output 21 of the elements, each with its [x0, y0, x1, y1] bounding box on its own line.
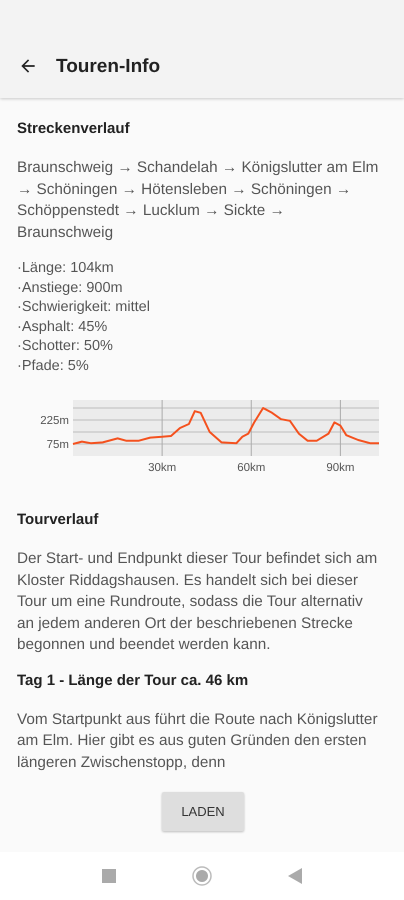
list-item: ·Anstiege: 900m [17, 278, 124, 298]
section-heading: Streckenverlauf [17, 120, 131, 137]
list-item: ·Schwierigkeit: mittel [17, 298, 151, 317]
home-icon[interactable] [192, 866, 212, 886]
list-item: ·Pfade: 5% [17, 356, 90, 376]
y-axis-label: 225m [40, 415, 69, 427]
x-axis-label: 60km [237, 462, 266, 474]
paragraph: Vom Startpunkt aus führt die Route nach Königslutter am Elm. Hier gibt es aus guten Gründen den ersten längeren Zwischenstopp, denn [17, 710, 379, 772]
y-axis-label: 75m [46, 439, 69, 451]
x-axis-label: 90km [326, 462, 354, 474]
list-item: ·Asphalt: 45% [17, 318, 108, 336]
section-heading: Tag 1 - Länge der Tour ca. 46 km [17, 672, 250, 688]
paragraph: Braunschweig → Schandelah → Königslutter am Elm → Schöningen → Hötensleben → Schöningen → Schöppenstedt → Lucklum → Sickte → Braunschweig [17, 158, 380, 242]
list-item: ·Schotter: 50% [17, 337, 114, 356]
screen-title: Touren-Info [56, 56, 160, 78]
x-axis-label: 30km [148, 462, 176, 474]
list-item: ·Länge: 104km [17, 259, 115, 278]
load-button[interactable]: LADEN [162, 792, 244, 831]
section-heading: Tourverlauf [17, 511, 100, 528]
back-icon[interactable] [288, 868, 302, 884]
paragraph: Der Start- und Endpunkt dieser Tour befindet sich am Kloster Riddagshausen. Es handelt sich bei dieser Tour um eine Rundroute, sodass die Tour alternativ an jedem anderen Ort der beschriebenen Strecke begonnen und beendet werden kann. [17, 549, 378, 655]
